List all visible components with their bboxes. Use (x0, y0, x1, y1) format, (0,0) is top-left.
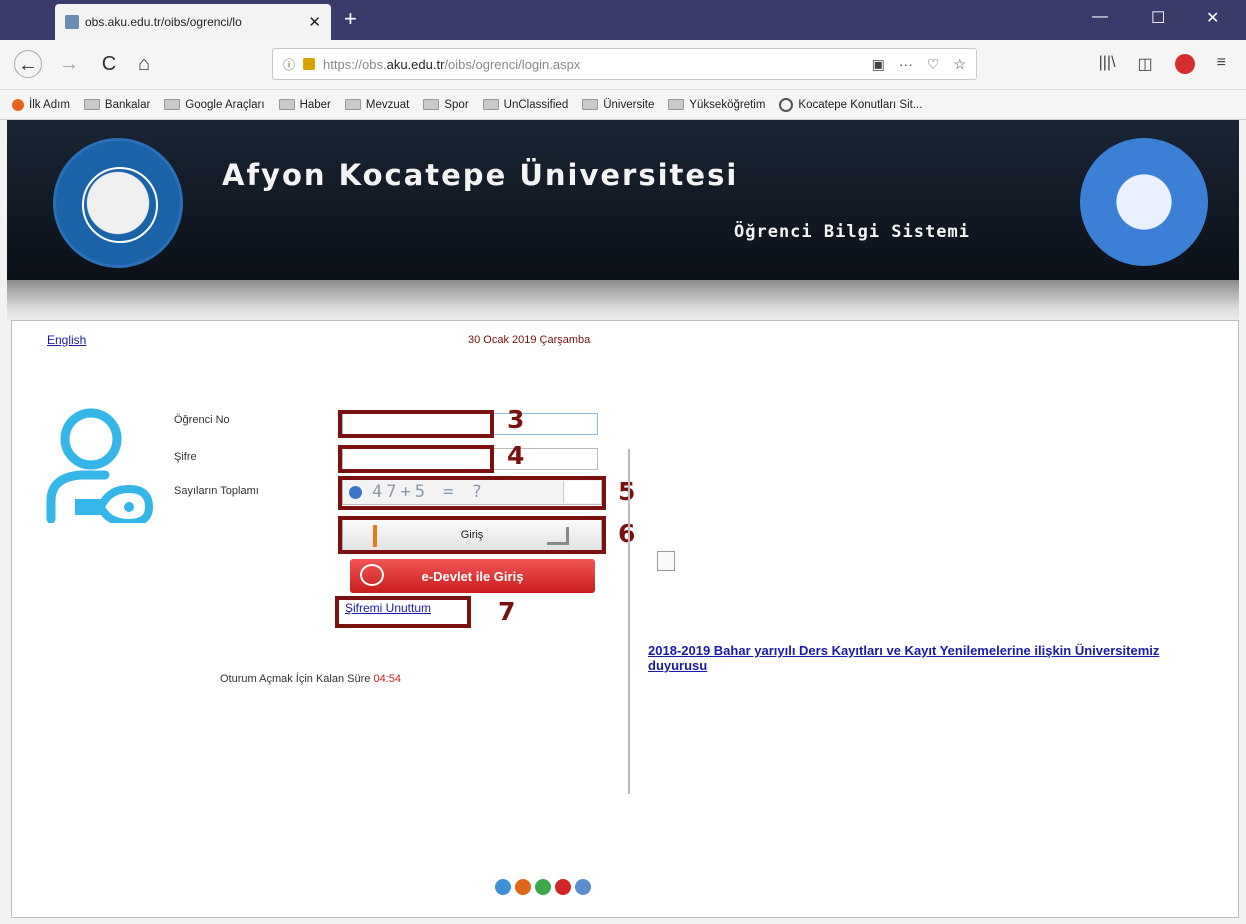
annotation-box-3 (338, 410, 494, 438)
user-key-icon (46, 408, 154, 523)
announcement-link[interactable]: 2018-2019 Bahar yarıyılı Ders Kayıtları … (648, 643, 1208, 673)
annotation-number-6: 6 (618, 519, 636, 548)
folder-icon (668, 99, 685, 110)
bookmark-folder[interactable]: Bankalar (83, 99, 150, 111)
chrome-icon (535, 879, 551, 895)
maximize-icon[interactable]: ☐ (1151, 8, 1165, 28)
library-icon[interactable]: |||\ (1099, 54, 1116, 74)
back-icon[interactable]: ← (14, 50, 42, 78)
firefox-icon (515, 879, 531, 895)
university-seal-logo (53, 138, 183, 268)
folder-icon (482, 99, 499, 110)
browser-tab[interactable]: obs.aku.edu.tr/oibs/ogrenci/lo ✕ (55, 4, 331, 40)
folder-icon (164, 99, 181, 110)
folder-icon (278, 99, 295, 110)
bookmark-star-icon[interactable]: ☆ (953, 56, 966, 73)
folder-icon (83, 99, 100, 110)
annotation-number-5: 5 (618, 477, 636, 506)
session-timer-label: Oturum Açmak İçin Kalan Süre (220, 673, 371, 685)
edevlet-login-button[interactable]: e-Devlet ile Giriş (350, 559, 595, 593)
bookmark-item[interactable]: Kocatepe Konutları Sit... (779, 97, 922, 112)
column-divider (628, 449, 630, 794)
session-timer-value: 04:54 (373, 673, 401, 685)
reader-view-icon[interactable]: ▣ (872, 56, 885, 73)
bookmark-item[interactable]: İlk Adım (12, 98, 70, 111)
bookmark-folder[interactable]: Üniversite (582, 99, 654, 111)
reload-icon[interactable]: C (95, 50, 123, 78)
site-header: Afyon Kocatepe Üniversitesi Öğrenci Bilg… (7, 120, 1239, 280)
window-close-icon[interactable]: ✕ (1206, 8, 1219, 28)
edevlet-logo-icon (360, 564, 384, 586)
sum-label: Sayıların Toplamı (174, 485, 259, 497)
browser-compat-icons (495, 879, 591, 895)
session-timer: Oturum Açmak İçin Kalan Süre 04:54 (220, 673, 401, 685)
tab-title: obs.aku.edu.tr/oibs/ogrenci/lo (85, 15, 242, 29)
bookmark-folder[interactable]: UnClassified (482, 99, 568, 111)
browser-navbar: ← → C ⌂ ⓘ https://obs. aku.edu.tr/oibs/og… (0, 40, 1246, 90)
bookmark-folder[interactable]: Yükseköğretim (668, 99, 765, 111)
annotation-box-5 (338, 476, 606, 510)
annotation-box-6 (338, 516, 606, 554)
url-bar[interactable]: ⓘ https://obs. aku.edu.tr/oibs/ogrenci/lo… (272, 48, 977, 80)
addon-icon[interactable] (1174, 54, 1195, 74)
bookmark-folder[interactable]: Spor (423, 99, 469, 111)
annotation-number-4: 4 (507, 441, 525, 470)
url-scheme: https://obs. (323, 56, 387, 72)
document-icon[interactable] (657, 551, 675, 571)
university-title: Afyon Kocatepe Üniversitesi (222, 158, 739, 192)
url-host: aku.edu.tr (386, 56, 445, 72)
minimize-icon[interactable]: — (1092, 8, 1108, 26)
new-tab-icon[interactable]: + (344, 6, 357, 32)
current-date: 30 Ocak 2019 Çarşamba (468, 334, 591, 346)
url-path: /oibs/ogrenci/login.aspx (444, 56, 581, 72)
english-language-link[interactable]: English (47, 333, 86, 347)
lock-icon[interactable] (303, 58, 316, 70)
bookmarks-bar: İlk Adım Bankalar Google Araçları Haber … (0, 90, 1246, 120)
annotation-box-7 (335, 596, 471, 628)
bookmark-folder[interactable]: Haber (278, 99, 331, 111)
annotation-box-4 (338, 445, 494, 473)
edevlet-button-label: e-Devlet ile Giriş (421, 568, 524, 584)
login-panel: English 30 Ocak 2019 Çarşamba Öğrenci No… (11, 320, 1239, 918)
globe-icon (779, 97, 794, 112)
browser-titlebar: obs.aku.edu.tr/oibs/ogrenci/lo ✕ + — ☐ ✕ (0, 0, 1246, 40)
pocket-icon[interactable]: ♡ (927, 56, 940, 73)
page-actions-icon[interactable]: ··· (899, 56, 913, 73)
opera-icon (555, 879, 571, 895)
firefox-icon (12, 98, 24, 111)
folder-icon (582, 99, 599, 110)
menu-icon[interactable]: ≡ (1217, 54, 1226, 74)
home-icon[interactable]: ⌂ (130, 50, 158, 78)
password-label: Şifre (174, 451, 197, 463)
tab-close-icon[interactable]: ✕ (308, 13, 321, 31)
annotation-number-7: 7 (498, 597, 516, 626)
e-learning-logo (1080, 138, 1208, 266)
folder-icon (423, 99, 440, 110)
page-favicon-icon (65, 15, 79, 29)
bookmark-folder[interactable]: Mevzuat (344, 99, 409, 111)
annotation-number-3: 3 (507, 405, 525, 434)
folder-icon (344, 99, 361, 110)
bookmark-folder[interactable]: Google Araçları (164, 99, 265, 111)
ie-icon (495, 879, 511, 895)
header-shadow (7, 280, 1239, 320)
system-subtitle: Öğrenci Bilgi Sistemi (734, 222, 970, 242)
safari-icon (575, 879, 591, 895)
student-no-label: Öğrenci No (174, 414, 230, 426)
forward-icon[interactable]: → (55, 50, 83, 78)
info-icon[interactable]: ⓘ (283, 56, 295, 73)
sidebar-icon[interactable]: ◫ (1138, 54, 1153, 74)
